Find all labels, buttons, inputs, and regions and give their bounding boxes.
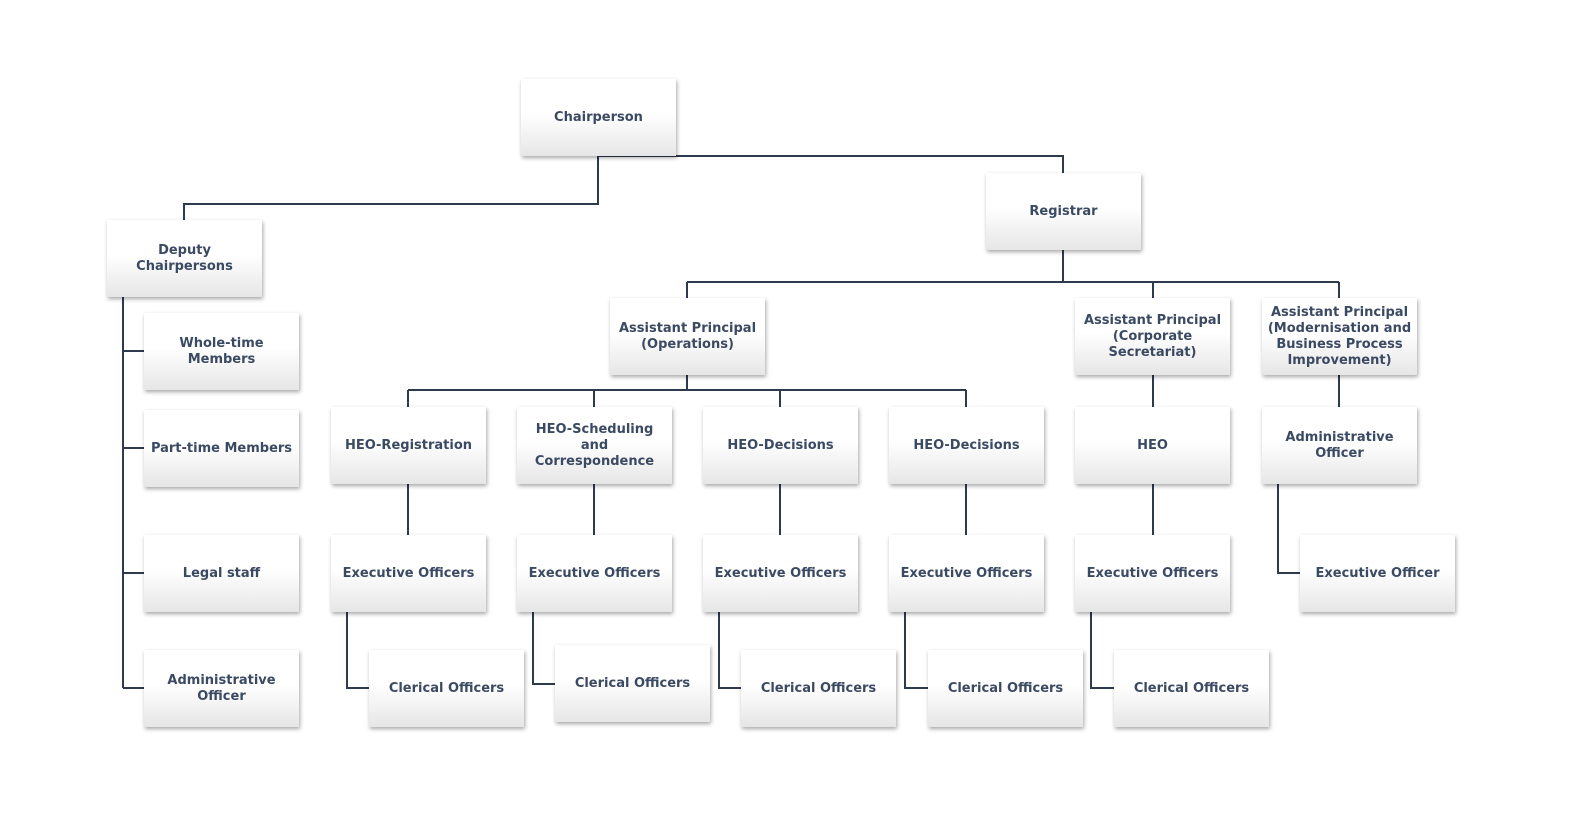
node-executive-officer: Executive Officer xyxy=(1300,535,1455,612)
node-mod-administrative-officer: Administrative Officer xyxy=(1262,407,1417,484)
connector-heo-exec xyxy=(407,484,1154,535)
node-clerical-officers-4: Clerical Officers xyxy=(928,650,1083,727)
node-heo-decisions-1: HEO-Decisions xyxy=(703,407,858,484)
node-registrar: Registrar xyxy=(986,173,1141,250)
node-clerical-officers-5: Clerical Officers xyxy=(1114,650,1269,727)
node-executive-officers-3: Executive Officers xyxy=(703,535,858,612)
node-heo-registration: HEO-Registration xyxy=(331,407,486,484)
node-ap-modernisation: Assistant Principal (Modernisation and B… xyxy=(1262,298,1417,375)
node-heo-scheduling: HEO-Scheduling and Correspondence xyxy=(517,407,672,484)
node-heo-decisions-2: HEO-Decisions xyxy=(889,407,1044,484)
connector-admin-exec xyxy=(1277,484,1300,574)
connector-chair-registrar xyxy=(598,155,1064,173)
node-executive-officers-1: Executive Officers xyxy=(331,535,486,612)
node-clerical-officers-1: Clerical Officers xyxy=(369,650,524,727)
node-chairperson: Chairperson xyxy=(521,79,676,156)
node-whole-time-members: Whole-time Members xyxy=(144,313,299,390)
node-part-time-members: Part-time Members xyxy=(144,410,299,487)
node-deputy-administrative-officer: Administrative Officer xyxy=(144,650,299,727)
node-legal-staff: Legal staff xyxy=(144,535,299,612)
node-clerical-officers-2: Clerical Officers xyxy=(555,645,710,722)
node-executive-officers-5: Executive Officers xyxy=(1075,535,1230,612)
node-heo: HEO xyxy=(1075,407,1230,484)
connector-ops-heos xyxy=(407,375,967,407)
node-ap-operations: Assistant Principal (Operations) xyxy=(610,298,765,375)
connector-deputy-column xyxy=(122,297,144,689)
node-deputy-chairpersons: Deputy Chairpersons xyxy=(107,220,262,297)
connector-chair-deputy xyxy=(183,156,599,220)
node-executive-officers-2: Executive Officers xyxy=(517,535,672,612)
connector-registrar-aps xyxy=(686,250,1340,298)
node-ap-corporate-secretariat: Assistant Principal (Corporate Secretari… xyxy=(1075,298,1230,375)
node-clerical-officers-3: Clerical Officers xyxy=(741,650,896,727)
node-executive-officers-4: Executive Officers xyxy=(889,535,1044,612)
